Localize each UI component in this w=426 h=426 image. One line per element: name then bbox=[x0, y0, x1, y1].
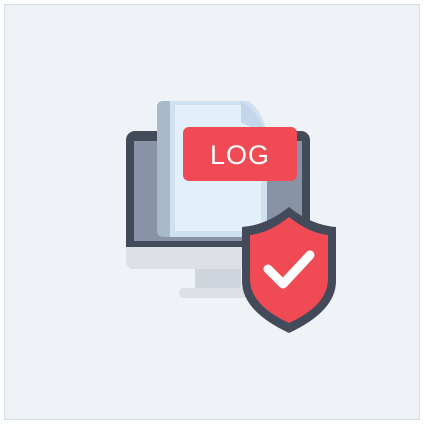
log-badge: LOG bbox=[183, 127, 297, 181]
shield-check-icon bbox=[242, 207, 336, 333]
monitor-neck bbox=[195, 269, 241, 289]
icon-canvas: LOG bbox=[4, 4, 420, 420]
log-badge-label: LOG bbox=[210, 140, 270, 170]
log-security-illustration: LOG bbox=[126, 101, 336, 333]
